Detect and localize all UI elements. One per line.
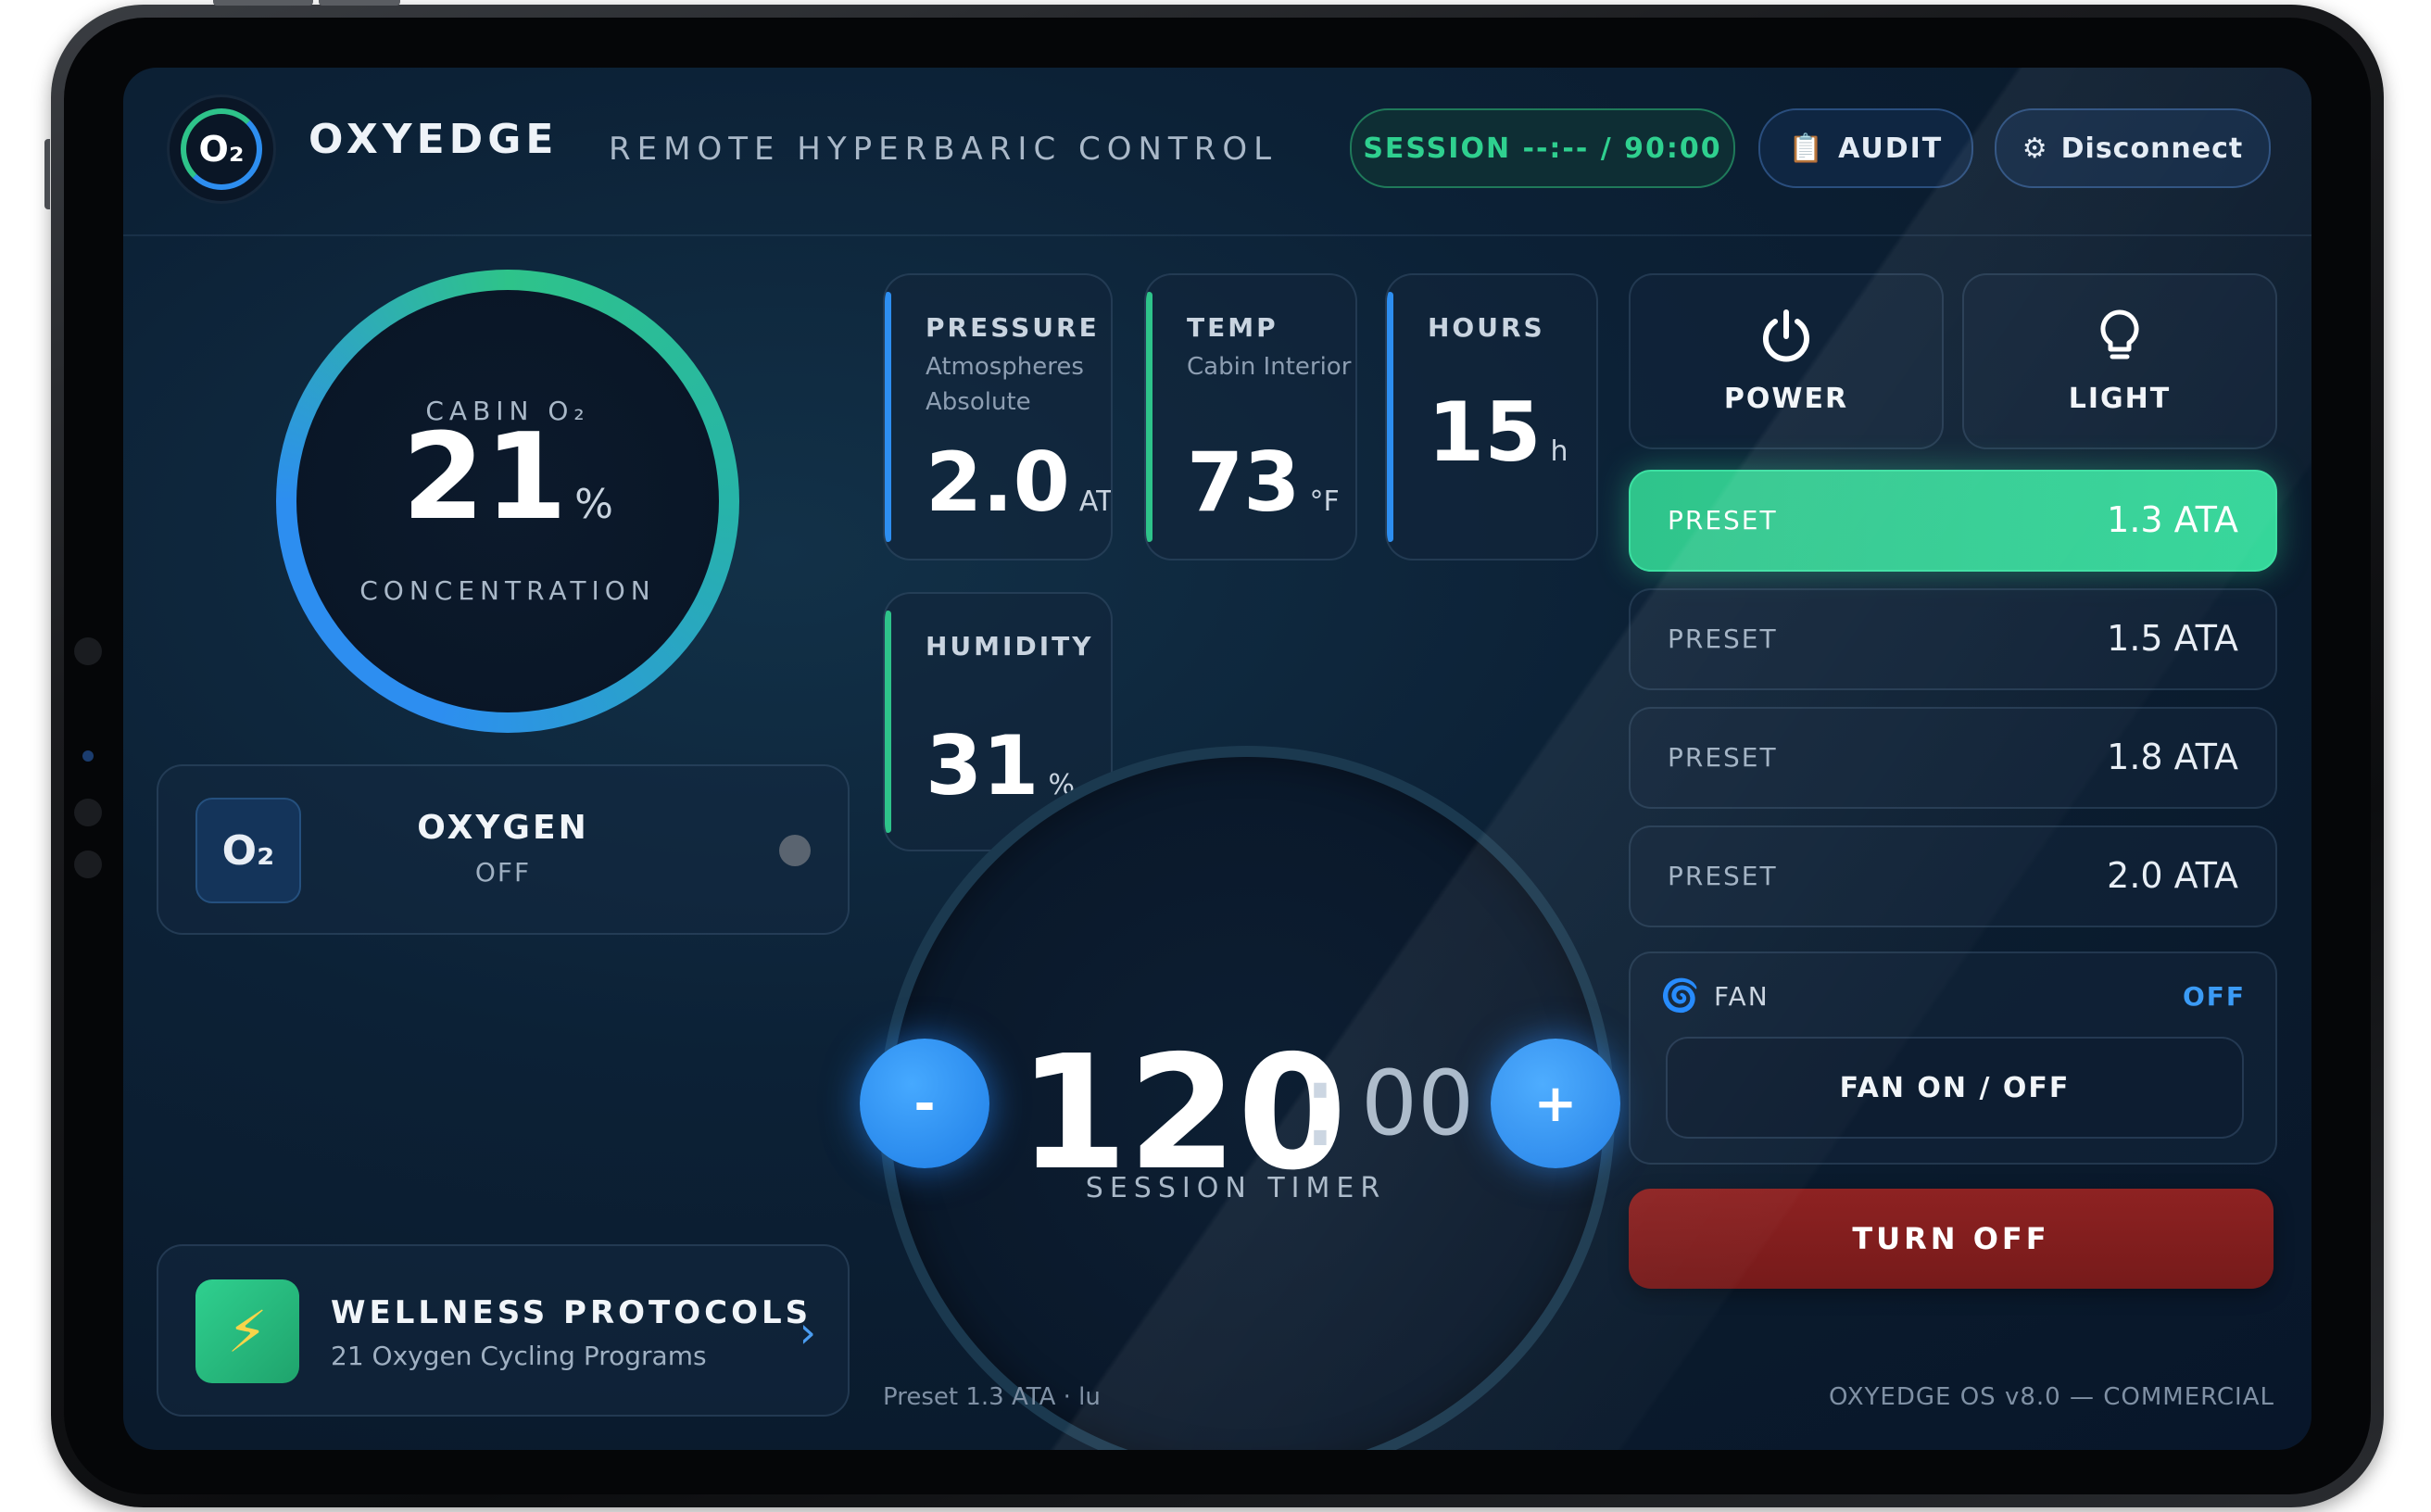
oxygen-toggle[interactable]: O₂ OXYGEN OFF: [157, 764, 850, 935]
pressure-name: PRESSURE: [926, 312, 1100, 343]
preset-value: 2.0 ATA: [2107, 855, 2238, 896]
disconnect-button[interactable]: ⚙ Disconnect: [1995, 108, 2271, 188]
temp-number: 73: [1187, 435, 1301, 530]
light-label: LIGHT: [2068, 383, 2172, 415]
timer-label: SESSION TIMER: [1085, 1172, 1387, 1204]
preset-note: Preset 1.3 ATA · lu: [883, 1383, 1101, 1411]
hours-value: 15 h: [1428, 384, 1568, 480]
temp-desc: Cabin Interior: [1187, 353, 1352, 381]
oxygen-icon: O₂: [181, 108, 262, 190]
app-header: O₂ OXYEDGE REMOTE HYPERBARIC CONTROL SES…: [123, 68, 2311, 236]
audit-label: AUDIT: [1838, 132, 1944, 165]
disconnect-label: Disconnect: [2060, 132, 2244, 165]
gauge-unit: %: [574, 481, 613, 528]
lightning-icon: ⚡: [195, 1279, 299, 1383]
brand-name: OXYEDGE: [309, 116, 559, 163]
wellness-title: WELLNESS PROTOCOLS: [331, 1294, 812, 1331]
fan-toggle-button[interactable]: FAN ON / OFF: [1666, 1037, 2244, 1139]
preset-button-4[interactable]: PRESET 2.0 ATA: [1629, 825, 2277, 927]
tablet-top-button: [213, 0, 313, 6]
light-button[interactable]: LIGHT: [1962, 273, 2277, 449]
preset-button-3[interactable]: PRESET 1.8 ATA: [1629, 707, 2277, 809]
pressure-value: 2.0ATA: [926, 435, 1112, 530]
hours-number: 15: [1428, 384, 1542, 480]
tablet-camera: [82, 750, 94, 762]
tablet-sensor: [74, 637, 102, 665]
app-logo: O₂: [170, 97, 273, 201]
oxygen-status-dot: [779, 835, 811, 866]
tablet-sensor: [74, 799, 102, 826]
turn-off-button[interactable]: TURN OFF: [1629, 1189, 2274, 1289]
wellness-subtitle: 21 Oxygen Cycling Programs: [331, 1341, 707, 1371]
pressure-unit: ATA: [1078, 485, 1112, 518]
preset-button-1[interactable]: PRESET 1.3 ATA: [1629, 470, 2277, 572]
gauge-caption: CONCENTRATION: [359, 575, 656, 606]
pressure-number: 2.0: [926, 435, 1070, 530]
preset-label: PRESET: [1668, 742, 1778, 773]
humidity-name: HUMIDITY: [926, 631, 1094, 662]
preset-value: 1.5 ATA: [2107, 618, 2238, 659]
pressure-desc: Atmospheres Absolute: [926, 353, 1084, 416]
power-button[interactable]: POWER: [1629, 273, 1944, 449]
temp-name: TEMP: [1187, 312, 1278, 343]
fan-icon: 🌀: [1660, 977, 1700, 1014]
app-subtitle: REMOTE HYPERBARIC CONTROL: [609, 131, 1278, 168]
hours-card: HOURS 15 h: [1385, 273, 1598, 561]
os-version: OXYEDGE OS v8.0 — COMMERCIAL: [1828, 1383, 2274, 1411]
fan-state: OFF: [2182, 981, 2246, 1012]
fan-card: 🌀 FAN OFF FAN ON / OFF: [1629, 951, 2277, 1165]
lightbulb-icon: [1964, 307, 2275, 370]
clipboard-icon: 📋: [1788, 132, 1826, 165]
preset-value: 1.8 ATA: [2107, 737, 2238, 777]
pressure-accent: [885, 292, 891, 542]
hours-accent: [1387, 292, 1393, 542]
audit-button[interactable]: 📋 AUDIT: [1758, 108, 1973, 188]
oxygen-state: OFF: [474, 857, 532, 888]
fan-label: FAN: [1714, 981, 1770, 1012]
session-status: SESSION --:-- / 90:00: [1350, 108, 1735, 188]
humidity-accent: [885, 611, 891, 833]
cabin-o2-gauge: CABIN O₂ 21% CONCENTRATION: [276, 270, 739, 733]
power-label: POWER: [1723, 383, 1849, 415]
hours-unit: h: [1550, 435, 1568, 468]
pressure-card: PRESSURE Atmospheres Absolute 2.0ATA: [883, 273, 1113, 561]
hours-name: HOURS: [1428, 312, 1545, 343]
humidity-number: 31: [926, 718, 1039, 813]
timer-seconds: 00: [1361, 1052, 1475, 1155]
preset-value: 1.3 ATA: [2107, 499, 2238, 540]
app-screen: O₂ OXYEDGE REMOTE HYPERBARIC CONTROL SES…: [123, 68, 2311, 1450]
gauge-value: 21%: [276, 409, 739, 547]
gauge-number: 21: [402, 409, 568, 547]
preset-label: PRESET: [1668, 861, 1778, 891]
gear-icon: ⚙: [2022, 132, 2048, 165]
temp-unit: °F: [1309, 485, 1340, 518]
wellness-protocols-button[interactable]: ⚡ WELLNESS PROTOCOLS 21 Oxygen Cycling P…: [157, 1244, 850, 1417]
timer-increase-button[interactable]: +: [1491, 1039, 1620, 1168]
temp-accent: [1146, 292, 1153, 542]
preset-button-2[interactable]: PRESET 1.5 ATA: [1629, 588, 2277, 690]
oxygen-title: OXYGEN: [417, 809, 589, 847]
humidity-value: 31%: [926, 718, 1075, 813]
tablet-top-button: [319, 0, 400, 6]
power-icon: [1631, 307, 1942, 370]
chevron-right-icon: ›: [799, 1307, 816, 1357]
tablet-side-button: [44, 139, 50, 209]
tablet-sensor: [74, 850, 102, 878]
timer-colon: :: [1300, 1033, 1341, 1174]
timer-decrease-button[interactable]: -: [860, 1039, 989, 1168]
preset-label: PRESET: [1668, 624, 1778, 654]
temp-value: 73 °F: [1187, 435, 1340, 530]
temp-card: TEMP Cabin Interior 73 °F: [1144, 273, 1357, 561]
preset-label: PRESET: [1668, 505, 1778, 536]
